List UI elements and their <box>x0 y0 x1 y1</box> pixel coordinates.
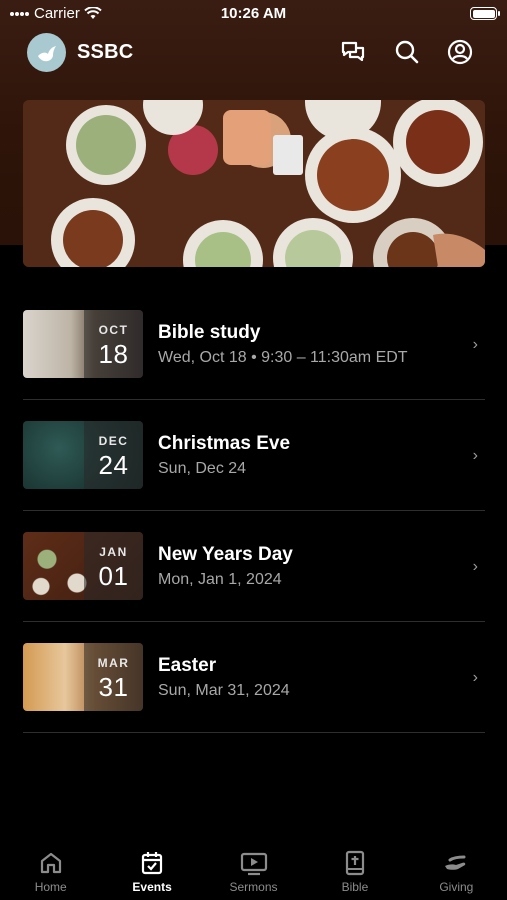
bottom-tab-bar: Home Events Sermons Bible Giving <box>0 838 507 900</box>
home-icon <box>40 852 61 874</box>
event-thumbnail: JAN 01 <box>23 532 143 600</box>
chevron-right-icon: › <box>472 558 478 575</box>
featured-banner-image[interactable] <box>23 100 485 267</box>
event-subtitle: Sun, Dec 24 <box>158 460 247 477</box>
status-time: 10:26 AM <box>220 5 287 22</box>
tab-giving[interactable]: Giving <box>406 838 507 900</box>
event-subtitle: Wed, Oct 18 • 9:30 – 11:30am EDT <box>158 349 408 366</box>
event-title: Bible study <box>158 322 261 343</box>
tab-label: Sermons <box>229 880 278 894</box>
event-day: 01 <box>98 561 129 591</box>
events-list: OCT 18 Bible study Wed, Oct 18 • 9:30 – … <box>23 289 485 733</box>
tab-label: Events <box>132 880 172 894</box>
tab-bible[interactable]: Bible <box>304 838 405 900</box>
event-month: DEC <box>98 434 129 448</box>
event-thumbnail: MAR 31 <box>23 643 143 711</box>
tab-home[interactable]: Home <box>0 838 101 900</box>
event-date-badge: MAR 31 <box>84 643 143 711</box>
event-month: MAR <box>97 656 130 670</box>
event-title: New Years Day <box>158 544 293 565</box>
event-row[interactable]: OCT 18 Bible study Wed, Oct 18 • 9:30 – … <box>23 289 485 400</box>
account-icon[interactable] <box>446 38 474 66</box>
event-month: OCT <box>98 323 129 337</box>
dove-icon <box>37 45 56 61</box>
event-title: Christmas Eve <box>158 433 291 454</box>
bible-icon <box>345 850 365 876</box>
chevron-right-icon: › <box>472 336 478 353</box>
tab-label: Home <box>34 880 67 894</box>
event-day: 24 <box>98 450 129 480</box>
app-title: SSBC <box>77 41 134 63</box>
event-date-badge: DEC 24 <box>84 421 143 489</box>
tab-label: Giving <box>439 880 474 894</box>
tab-label: Bible <box>341 880 369 894</box>
status-bar: Carrier 10:26 AM <box>0 0 507 30</box>
event-row[interactable]: MAR 31 Easter Sun, Mar 31, 2024 › <box>23 622 485 733</box>
event-title: Easter <box>158 655 217 676</box>
event-date-badge: JAN 01 <box>84 532 143 600</box>
chevron-right-icon: › <box>472 669 478 686</box>
event-thumbnail: OCT 18 <box>23 310 143 378</box>
event-subtitle: Sun, Mar 31, 2024 <box>158 682 290 699</box>
event-thumbnail: DEC 24 <box>23 421 143 489</box>
chevron-right-icon: › <box>472 447 478 464</box>
video-icon <box>240 852 267 876</box>
calendar-icon <box>142 852 163 875</box>
giving-icon <box>445 855 466 870</box>
event-subtitle: Mon, Jan 1, 2024 <box>158 571 282 588</box>
event-day: 31 <box>98 672 129 702</box>
event-row[interactable]: DEC 24 Christmas Eve Sun, Dec 24 › <box>23 400 485 511</box>
event-month: JAN <box>99 545 128 559</box>
search-icon[interactable] <box>393 38 421 66</box>
tab-events[interactable]: Events <box>101 838 202 900</box>
event-day: 18 <box>98 339 129 369</box>
church-logo[interactable] <box>27 33 66 72</box>
app-header: SSBC <box>0 30 507 76</box>
event-date-badge: OCT 18 <box>84 310 143 378</box>
battery-icon <box>470 7 500 20</box>
event-row[interactable]: JAN 01 New Years Day Mon, Jan 1, 2024 › <box>23 511 485 622</box>
dinner-table-illustration <box>23 100 485 267</box>
tab-sermons[interactable]: Sermons <box>203 838 304 900</box>
chat-icon[interactable] <box>339 38 367 66</box>
